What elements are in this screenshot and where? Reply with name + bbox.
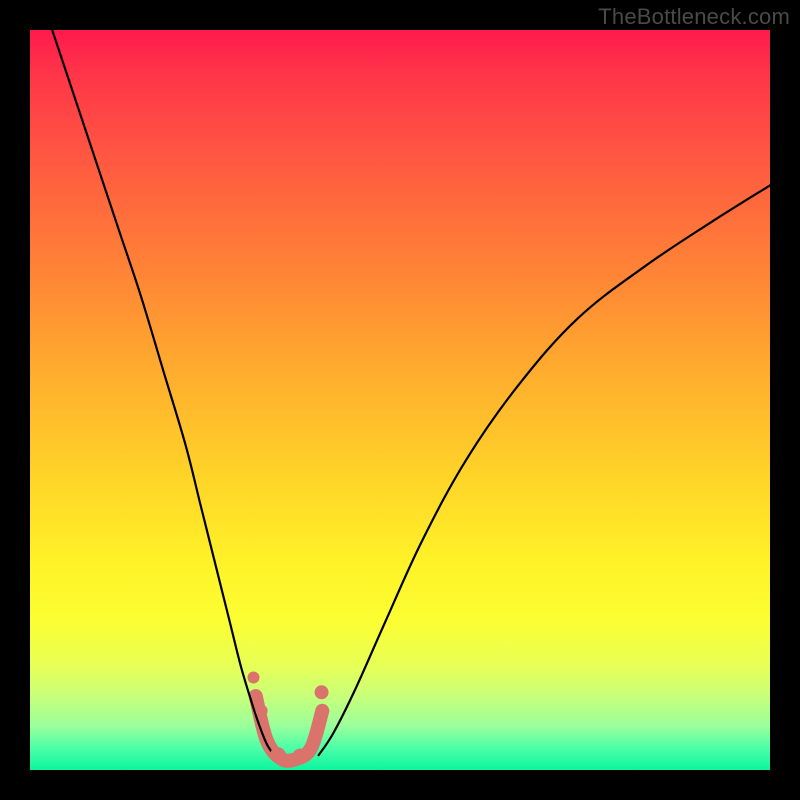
series-right-arm: [319, 185, 770, 755]
valley-marker-dot: [247, 672, 259, 684]
watermark-text: TheBottleneck.com: [598, 4, 790, 30]
valley-marker-dot: [256, 705, 268, 717]
valley-marker-dot: [270, 747, 286, 763]
chart-frame: TheBottleneck.com: [0, 0, 800, 800]
series-left-arm: [52, 30, 274, 755]
valley-marker-dot: [292, 749, 308, 765]
series-valley-floor-marker: [256, 696, 323, 761]
curve-layer: [30, 30, 770, 770]
plot-area: [30, 30, 770, 770]
valley-marker-dot: [315, 685, 329, 699]
